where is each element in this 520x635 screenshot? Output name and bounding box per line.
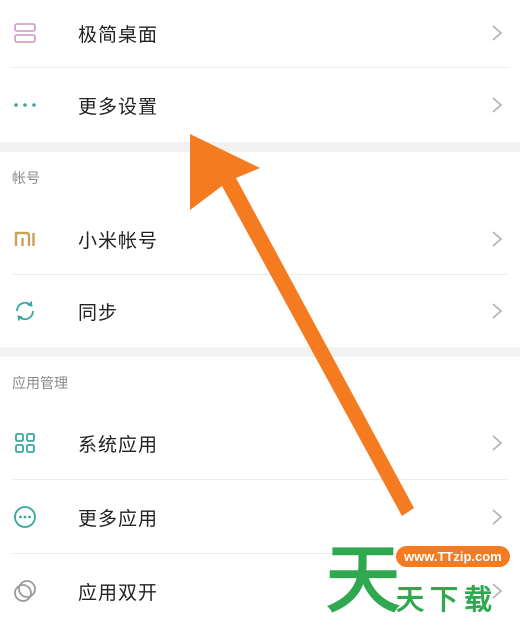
settings-item-system-apps[interactable]: 系统应用	[0, 410, 520, 476]
divider	[12, 67, 508, 68]
watermark-text: 天下载	[396, 583, 499, 616]
layout-icon	[12, 20, 38, 46]
settings-item-label: 极简桌面	[78, 23, 159, 46]
watermark-logo: 天	[326, 537, 400, 623]
chevron-right-icon	[492, 97, 503, 113]
section-header-app-management: 应用管理	[12, 376, 68, 392]
chevron-right-icon	[492, 435, 503, 451]
mi-logo-icon	[12, 226, 38, 252]
watermark-url: www.TTzip.com	[396, 546, 510, 567]
settings-item-minimal-desktop[interactable]: 极简桌面	[0, 0, 520, 66]
chevron-right-icon	[492, 509, 503, 525]
divider	[12, 274, 508, 275]
dual-circle-icon	[12, 578, 38, 604]
settings-screen: 极简桌面 更多设置 帐号 小米帐号 同步 应用管理 系统应用 更多应用 应用双开…	[0, 0, 520, 635]
settings-item-label: 更多应用	[78, 507, 159, 530]
settings-item-label: 同步	[78, 301, 119, 324]
watermark: 天 www.TTzip.com 天下载	[322, 538, 518, 628]
grid-icon	[12, 430, 38, 456]
section-header-account: 帐号	[12, 171, 40, 187]
settings-item-label: 更多设置	[78, 95, 159, 118]
settings-item-mi-account[interactable]: 小米帐号	[0, 206, 520, 272]
chevron-right-icon	[492, 231, 503, 247]
settings-item-label: 系统应用	[78, 433, 159, 456]
section-gap	[0, 347, 520, 357]
settings-item-sync[interactable]: 同步	[0, 278, 520, 344]
settings-item-label: 应用双开	[78, 581, 159, 604]
divider	[12, 479, 508, 480]
settings-item-label: 小米帐号	[78, 229, 159, 252]
more-circle-icon	[12, 504, 38, 530]
more-dots-icon	[12, 92, 38, 118]
section-gap	[0, 142, 520, 152]
chevron-right-icon	[492, 303, 503, 319]
chevron-right-icon	[492, 25, 503, 41]
sync-icon	[12, 298, 38, 324]
settings-item-more-settings[interactable]: 更多设置	[0, 72, 520, 138]
